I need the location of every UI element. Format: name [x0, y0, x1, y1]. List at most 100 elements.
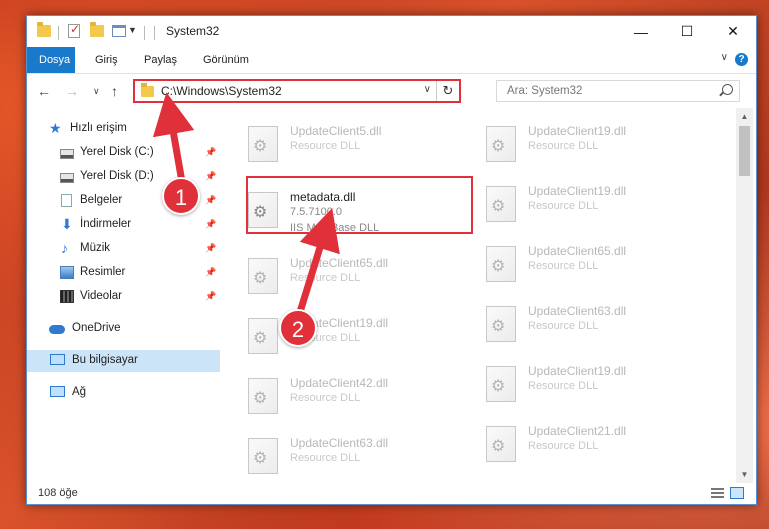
scroll-down-icon[interactable]: ▼ — [736, 466, 753, 483]
help-icon[interactable]: ? — [735, 53, 748, 66]
pin-icon[interactable]: 📌 — [205, 171, 216, 182]
navigation-pane: ★ Hızlı erişim Yerel Disk (C:) 📌 Yerel D… — [27, 108, 220, 483]
pin-icon[interactable]: 📌 — [205, 267, 216, 278]
vertical-scrollbar[interactable]: ▲ ▼ — [736, 108, 753, 483]
file-name: UpdateClient63.dll — [528, 304, 627, 318]
address-bar[interactable]: C:\Windows\System32 ∨ ↻ — [133, 79, 461, 103]
file-type: Resource DLL — [528, 380, 599, 392]
sidebar-item-videos[interactable]: Videolar 📌 — [27, 286, 220, 308]
scroll-up-icon[interactable]: ▲ — [736, 108, 753, 125]
file-item[interactable]: UpdateClient65.dll Resource DLL — [248, 252, 478, 302]
dll-file-icon — [486, 126, 516, 162]
ribbon: Dosya Giriş Paylaş Görünüm ∨ ? — [27, 47, 756, 74]
tab-share[interactable]: Paylaş — [134, 47, 187, 73]
sidebar-item-onedrive[interactable]: OneDrive — [27, 318, 220, 340]
file-name: UpdateClient19.dll — [528, 124, 627, 138]
file-item[interactable]: UpdateClient65.dll Resource DLL — [486, 240, 716, 290]
file-item[interactable]: UpdateClient63.dll Resource DLL — [486, 300, 716, 350]
dll-file-icon — [486, 306, 516, 342]
new-folder-icon[interactable] — [90, 22, 104, 37]
file-name: UpdateClient65.dll — [528, 244, 627, 258]
close-button[interactable]: ✕ — [710, 16, 756, 47]
sidebar-item-music[interactable]: ♪ Müzik 📌 — [27, 238, 220, 260]
quick-access-props-icon[interactable] — [112, 25, 126, 37]
file-item[interactable]: UpdateClient63.dll Resource DLL — [248, 432, 478, 482]
window-title: System32 — [166, 24, 220, 38]
sidebar-item-disk-c[interactable]: Yerel Disk (C:) 📌 — [27, 142, 220, 164]
title-bar: ▼ System32 — ☐ ✕ — [27, 16, 756, 47]
file-type: Resource DLL — [528, 200, 599, 212]
pin-icon[interactable]: 📌 — [205, 147, 216, 158]
highlight-box-metadata — [246, 176, 473, 234]
pin-icon[interactable]: 📌 — [205, 195, 216, 206]
file-item[interactable]: UpdateClient5.dll Resource DLL — [248, 120, 478, 170]
file-name: UpdateClient19.dll — [528, 364, 627, 378]
file-name: UpdateClient19.dll — [528, 184, 627, 198]
sidebar-item-label: Belgeler — [80, 194, 123, 206]
recent-locations-icon[interactable]: ∨ — [93, 86, 100, 97]
folder-icon[interactable] — [37, 22, 51, 37]
file-list: UpdateClient5.dll Resource DLL metadata.… — [220, 108, 736, 483]
file-name: UpdateClient5.dll — [290, 124, 382, 138]
star-icon: ★ — [49, 120, 62, 136]
cloud-icon — [49, 325, 65, 334]
sidebar-item-label: İndirmeler — [80, 218, 132, 230]
status-bar: 108 öğe — [27, 483, 756, 505]
address-path[interactable]: C:\Windows\System32 — [161, 84, 282, 98]
scroll-thumb[interactable] — [739, 126, 750, 176]
tiles-view-icon[interactable] — [730, 487, 744, 499]
tab-home[interactable]: Giriş — [85, 47, 128, 73]
sidebar-item-downloads[interactable]: ⬇ İndirmeler 📌 — [27, 214, 220, 236]
ribbon-expand-icon[interactable]: ∨ — [721, 52, 728, 63]
sidebar-item-label: OneDrive — [72, 322, 121, 334]
minimize-button[interactable]: — — [618, 16, 664, 47]
explorer-window: ▼ System32 — ☐ ✕ Dosya Giriş Paylaş Görü… — [26, 15, 757, 505]
dll-file-icon — [486, 366, 516, 402]
file-type: Resource DLL — [290, 140, 361, 152]
details-view-icon[interactable] — [711, 488, 724, 499]
sidebar-item-this-pc[interactable]: Bu bilgisayar — [27, 350, 220, 372]
file-item[interactable]: UpdateClient42.dll Resource DLL — [248, 372, 478, 422]
refresh-icon[interactable]: ↻ — [436, 81, 459, 101]
search-icon[interactable] — [722, 84, 733, 95]
dll-file-icon — [248, 318, 278, 354]
network-icon — [50, 386, 65, 397]
folder-icon — [141, 83, 154, 97]
search-box[interactable]: Ara: System32 — [496, 80, 740, 102]
sidebar-item-label: Yerel Disk (D:) — [80, 170, 154, 182]
tab-file[interactable]: Dosya — [27, 47, 75, 73]
forward-arrow-icon[interactable]: → — [65, 83, 79, 99]
pin-icon[interactable]: 📌 — [205, 291, 216, 302]
step-2-badge: 2 — [279, 309, 317, 347]
file-type: Resource DLL — [290, 392, 361, 404]
tab-view[interactable]: Görünüm — [193, 47, 259, 73]
file-item[interactable]: UpdateClient19.dll Resource DLL — [486, 120, 716, 170]
search-input[interactable]: Ara: System32 — [507, 85, 582, 97]
file-name: UpdateClient65.dll — [290, 256, 389, 270]
divider — [154, 26, 155, 40]
file-item[interactable]: UpdateClient19.dll Resource DLL — [486, 360, 716, 410]
music-icon: ♪ — [61, 240, 68, 256]
chevron-down-icon[interactable]: ▼ — [128, 25, 137, 35]
file-name: UpdateClient63.dll — [290, 436, 389, 450]
file-type: Resource DLL — [290, 272, 361, 284]
up-arrow-icon[interactable]: ↑ — [111, 83, 118, 99]
step-1-badge: 1 — [162, 177, 200, 215]
pin-icon[interactable]: 📌 — [205, 219, 216, 230]
address-dropdown-icon[interactable]: ∨ — [424, 84, 431, 95]
file-item[interactable]: UpdateClient19.dll Resource DLL — [486, 180, 716, 230]
sidebar-item-network[interactable]: Ağ — [27, 382, 220, 404]
dll-file-icon — [486, 426, 516, 462]
pin-icon[interactable]: 📌 — [205, 243, 216, 254]
properties-check-icon[interactable] — [68, 22, 80, 38]
file-item[interactable]: UpdateClient21.dll Resource DLL — [486, 420, 716, 470]
sidebar-item-quick-access[interactable]: ★ Hızlı erişim — [27, 118, 220, 140]
divider — [58, 26, 59, 40]
navigation-bar: ← → ∨ ↑ C:\Windows\System32 ∨ ↻ Ara: Sys… — [27, 74, 756, 108]
maximize-button[interactable]: ☐ — [664, 16, 710, 47]
back-arrow-icon[interactable]: ← — [37, 83, 51, 99]
item-count: 108 öğe — [38, 487, 78, 499]
sidebar-item-label: Hızlı erişim — [70, 122, 127, 134]
sidebar-item-pictures[interactable]: Resimler 📌 — [27, 262, 220, 284]
divider — [144, 26, 145, 40]
